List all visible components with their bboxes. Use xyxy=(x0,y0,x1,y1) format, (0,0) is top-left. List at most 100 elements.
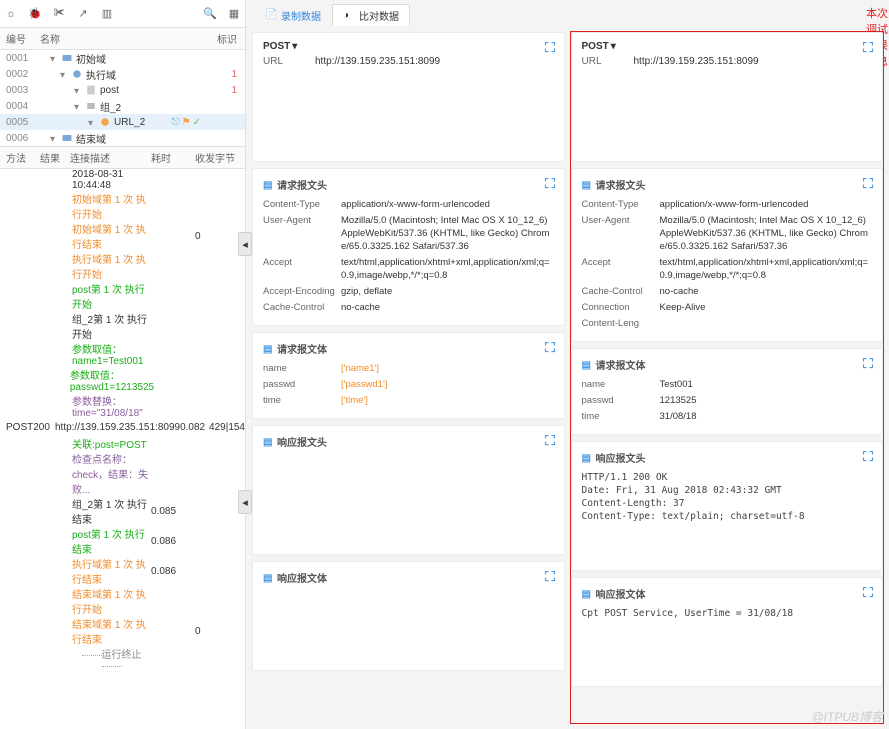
card-title: ▤响应报文头 xyxy=(263,434,554,449)
log-row[interactable]: 检查点名称：check，结果：失败... xyxy=(0,451,245,496)
card-title: ▤响应报文体 xyxy=(263,570,554,585)
log-row[interactable]: 结束域第 1 次 执行结束0 xyxy=(0,616,245,646)
card-title: ▤请求报文体 xyxy=(263,341,554,356)
folder-start-icon xyxy=(61,52,73,64)
compare-icon: ◑ xyxy=(343,10,355,22)
req-body-card: ▤请求报文体name['name1']passwd['passwd1']time… xyxy=(252,332,565,419)
watermark: @ITPUB博客 xyxy=(811,708,883,725)
req-header-card: ▤请求报文头Content-Typeapplication/x-www-form… xyxy=(571,168,884,342)
bug-icon[interactable]: 🐞 xyxy=(28,7,42,21)
folder-exec-icon xyxy=(71,68,83,80)
tree-header: 编号 名称 标识 xyxy=(0,28,245,50)
tree-row[interactable]: 0006▾结束域 xyxy=(0,130,245,146)
collapse-handle-top[interactable]: ◂ xyxy=(238,232,252,256)
tree-node-label: 结束域 xyxy=(76,131,106,146)
log-row[interactable]: 参数替换：time="31/08/18" xyxy=(0,393,245,419)
url-label: URL xyxy=(263,56,311,67)
resp-header-text: HTTP/1.1 200 OK Date: Fri, 31 Aug 2018 0… xyxy=(582,471,873,523)
gear-icon[interactable]: ☼ xyxy=(4,7,18,21)
doc-icon: ▤ xyxy=(263,180,273,190)
toggle-icon[interactable]: ▾ xyxy=(50,134,58,142)
filter-icon[interactable]: ▦ xyxy=(227,7,241,21)
method-dropdown[interactable]: POST ▾ xyxy=(263,41,297,52)
request-card: POST ▾URLhttp://139.159.235.151:8099 xyxy=(571,32,884,162)
expand-icon[interactable] xyxy=(544,434,556,446)
expand-icon[interactable] xyxy=(544,177,556,189)
expand-icon[interactable] xyxy=(544,41,556,53)
toggle-icon[interactable]: ▾ xyxy=(50,54,58,62)
expand-icon[interactable] xyxy=(862,586,874,598)
card-title: ▤请求报文头 xyxy=(263,177,554,192)
log-row[interactable]: post第 1 次 执行开始 xyxy=(0,281,245,311)
log-row[interactable]: 运行终止 xyxy=(0,646,245,672)
expand-icon[interactable] xyxy=(544,570,556,582)
log-body: 2018-08-31 10:44:48初始域第 1 次 执行开始初始域第 1 次… xyxy=(0,169,245,729)
collapse-handle-bottom[interactable]: ◂ xyxy=(238,490,252,514)
tab-record[interactable]: 📄 录制数据 xyxy=(254,4,332,26)
log-row[interactable]: 初始域第 1 次 执行开始 xyxy=(0,191,245,221)
tree-row[interactable]: 0003▾post1 xyxy=(0,82,245,98)
tab-compare[interactable]: ◑ 比对数据 xyxy=(332,4,410,26)
doc-icon: ▤ xyxy=(582,180,592,190)
card-title: ▤请求报文体 xyxy=(582,357,873,372)
log-row[interactable]: 关联:post=POST xyxy=(0,435,245,451)
folder-end-icon xyxy=(61,132,73,144)
log-row[interactable]: 执行域第 1 次 执行结束0.086 xyxy=(0,556,245,586)
toggle-icon[interactable]: ▾ xyxy=(88,118,96,126)
doc-icon: ▤ xyxy=(582,589,592,599)
scissors-icon[interactable]: ✀ xyxy=(52,7,66,21)
resp-body-text: Cpt POST Service, UserTime = 31/08/18 xyxy=(582,607,873,620)
expand-icon[interactable] xyxy=(862,450,874,462)
tree-row[interactable]: 0002▾执行域1 xyxy=(0,66,245,82)
resp-body-card: ▤响应报文体 xyxy=(252,561,565,671)
resp-header-card: ▤响应报文头 HTTP/1.1 200 OK Date: Fri, 31 Aug … xyxy=(571,441,884,571)
log-row[interactable]: post第 1 次 执行结束0.086 xyxy=(0,526,245,556)
log-row[interactable]: 参数取值：passwd1=1213525 xyxy=(0,367,245,393)
chevron-down-icon: ▾ xyxy=(611,41,616,52)
tree-row[interactable]: 0005▾URL_2⎋⚑✓ xyxy=(0,114,245,130)
toggle-icon[interactable]: ▾ xyxy=(74,102,82,110)
top-toolbar: ☼ 🐞 ✀ ↗ ▥ 🔍 ▦ xyxy=(0,0,245,28)
expand-icon[interactable] xyxy=(862,41,874,53)
url-value: http://139.159.235.151:8099 xyxy=(634,56,759,67)
method-dropdown[interactable]: POST ▾ xyxy=(582,41,616,52)
expand-icon[interactable] xyxy=(862,177,874,189)
share-icon[interactable]: ↗ xyxy=(76,7,90,21)
card-title: ▤请求报文头 xyxy=(582,177,873,192)
toggle-icon[interactable]: ▾ xyxy=(60,70,68,78)
log-row[interactable]: 参数取值：name1=Test001 xyxy=(0,341,245,367)
link-icon[interactable]: ⎋ xyxy=(172,117,180,128)
compare-left-column: POST ▾ URL http://139.159.235.151:8099 ▤请求报… xyxy=(252,32,565,723)
tree-row[interactable]: 0001▾初始域 xyxy=(0,50,245,66)
layers-icon[interactable]: ▥ xyxy=(100,7,114,21)
log-row[interactable]: 组_2第 1 次 执行结束0.085 xyxy=(0,496,245,526)
doc-icon: ▤ xyxy=(263,344,273,354)
card-title: ▤响应报文头 xyxy=(582,450,873,465)
chevron-down-icon: ▾ xyxy=(292,41,297,52)
req-body-card: ▤请求报文体nameTest001passwd1213525time31/08/… xyxy=(571,348,884,435)
log-row[interactable]: 执行域第 1 次 执行开始 xyxy=(0,251,245,281)
log-row[interactable]: 组_2第 1 次 执行开始 xyxy=(0,311,245,341)
expand-icon[interactable] xyxy=(862,357,874,369)
log-header: 方法 结果 连接描述 耗时 收发字节 xyxy=(0,147,245,169)
record-icon: 📄 xyxy=(265,9,277,21)
log-row[interactable]: POST200http://139.159.235.151:80990.0824… xyxy=(0,419,245,435)
check-icon[interactable]: ✓ xyxy=(193,117,201,128)
search-icon[interactable]: 🔍 xyxy=(203,7,217,21)
compare-right-column: POST ▾URLhttp://139.159.235.151:8099▤请求报… xyxy=(571,32,884,723)
log-row[interactable]: 2018-08-31 10:44:48 xyxy=(0,169,245,191)
tree-node-label: post xyxy=(100,85,119,96)
log-row[interactable]: 结束域第 1 次 执行开始 xyxy=(0,586,245,616)
group-icon xyxy=(85,100,97,112)
tag-icon[interactable]: ⚑ xyxy=(182,117,191,128)
url-value: http://139.159.235.151:8099 xyxy=(315,56,440,67)
tree-col-name: 名称 xyxy=(40,31,205,46)
expand-icon[interactable] xyxy=(544,341,556,353)
doc-icon: ▤ xyxy=(263,573,273,583)
tree: 0001▾初始域0002▾执行域10003▾post10004▾组_20005▾… xyxy=(0,50,245,146)
toggle-icon[interactable]: ▾ xyxy=(74,86,82,94)
tree-row[interactable]: 0004▾组_2 xyxy=(0,98,245,114)
tree-node-label: 执行域 xyxy=(86,67,116,82)
log-row[interactable]: 初始域第 1 次 执行结束0 xyxy=(0,221,245,251)
resp-body-card: ▤响应报文体Cpt POST Service, UserTime = 31/08… xyxy=(571,577,884,687)
